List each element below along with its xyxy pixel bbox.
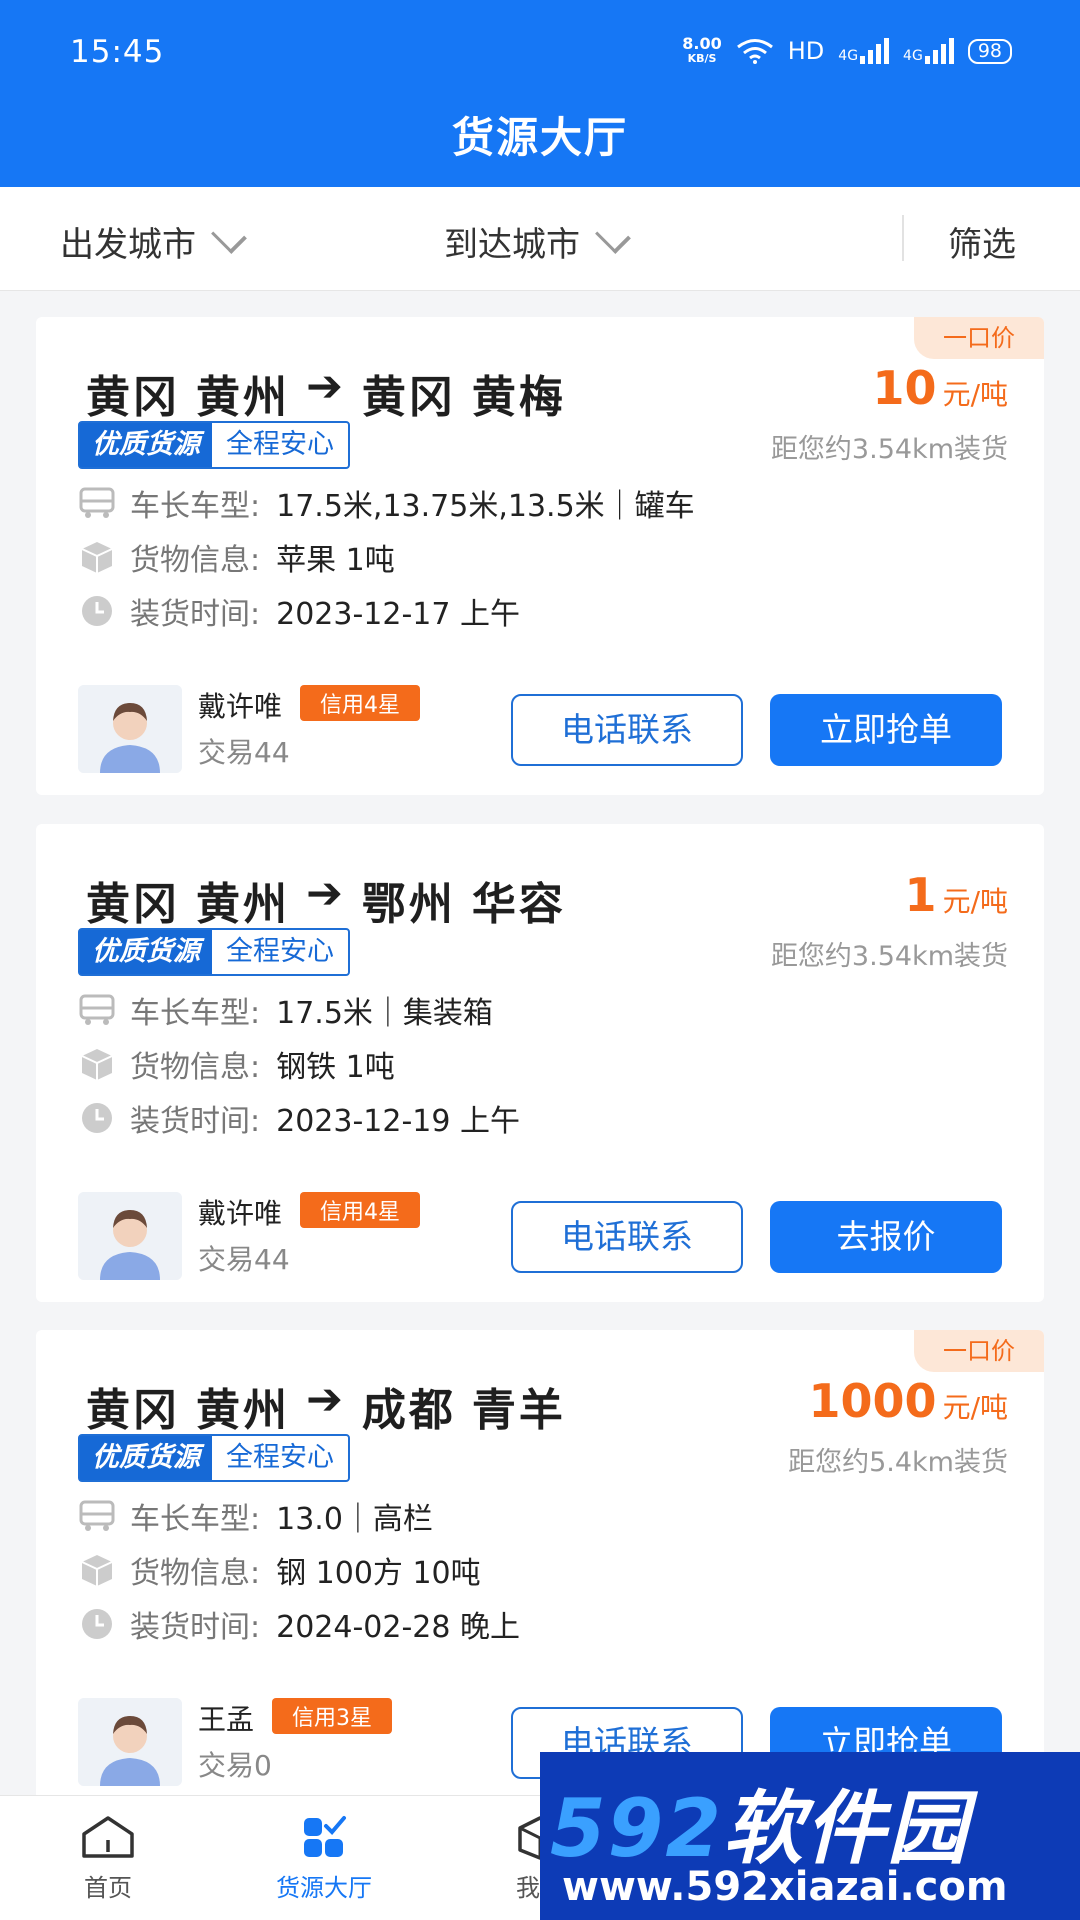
seller-name: 戴许唯 (198, 690, 283, 723)
price: 1 元/吨 (905, 868, 1008, 922)
watermark-logo: 592软件园 (550, 1782, 969, 1875)
credit-badge: 信用4星 (300, 1192, 420, 1228)
nav-home[interactable]: 首页 (28, 1814, 188, 1903)
loading-time: 装货时间: 2024-02-28 晚上 (78, 1602, 520, 1646)
arrival-city-dropdown[interactable]: 到达城市 (444, 217, 631, 266)
route: 黄冈 黄州 ➔ 鄂州 华容 (86, 868, 566, 932)
avatar (78, 1698, 182, 1786)
cargo-info: 货物信息: 钢铁 1吨 (78, 1042, 395, 1086)
from-district: 黄州 (196, 372, 290, 423)
clock-icon (82, 596, 112, 626)
cargo-hall-icon (304, 1816, 346, 1857)
clock-icon (82, 1609, 112, 1639)
package-icon (81, 1049, 113, 1080)
watermark-overlay: 592软件园 www.592xiazai.com (540, 1752, 1080, 1920)
fixed-price-tag: 一口价 (914, 1330, 1044, 1372)
signal-2-icon: 4G (903, 38, 954, 64)
chevron-down-icon (211, 217, 247, 254)
chevron-down-icon (595, 217, 631, 254)
page-title: 货源大厅 (451, 113, 628, 162)
call-button[interactable]: 电话联系 (511, 1201, 743, 1273)
from-district: 黄州 (196, 1385, 290, 1436)
cargo-info: 货物信息: 钢 100方 10吨 (78, 1548, 481, 1592)
to-city: 鄂州 (361, 879, 456, 930)
to-city: 黄冈 (361, 372, 456, 423)
loading-time: 装货时间: 2023-12-17 上午 (78, 589, 520, 633)
fixed-price-tag: 一口价 (914, 317, 1044, 359)
from-city: 黄冈 (86, 1385, 180, 1436)
from-district: 黄州 (196, 879, 290, 930)
truck-icon (79, 487, 115, 518)
truck-icon (79, 1500, 115, 1531)
price: 10 元/吨 (873, 361, 1008, 415)
trade-count: 交易44 (198, 736, 290, 769)
departure-city-dropdown[interactable]: 出发城市 (60, 217, 247, 266)
route: 黄冈 黄州 ➔ 黄冈 黄梅 (86, 361, 566, 425)
clock-icon (82, 1103, 112, 1133)
app-header: 15:45 8.00 KB/S HD 4G 4G 98 货源大厅 (0, 0, 1080, 187)
watermark-url: www.592xiazai.com (562, 1864, 1008, 1910)
status-icons: 8.00 KB/S HD 4G 4G 98 (682, 36, 1012, 66)
credit-badge: 信用4星 (300, 685, 420, 721)
truck-icon (79, 994, 115, 1025)
credit-badge: 信用3星 (272, 1698, 392, 1734)
quote-button[interactable]: 去报价 (770, 1201, 1002, 1273)
price-value: 1 (904, 868, 937, 922)
seller-info: 戴许唯 交易44 (78, 685, 290, 773)
distance: 距您约3.54km装货 (770, 434, 1008, 465)
distance: 距您约5.4km装货 (788, 1447, 1008, 1478)
battery-icon: 98 (967, 38, 1012, 64)
seller-info: 王孟 交易0 (78, 1698, 272, 1786)
avatar (78, 685, 182, 773)
cargo-card[interactable]: 一口价 黄冈 黄州 ➔ 成都 青羊 1000 元/吨 优质货源 全程安心 距您约… (36, 1330, 1044, 1808)
package-icon (81, 1555, 113, 1586)
filter-bar: 出发城市 到达城市 筛选 (0, 187, 1080, 291)
quality-badge: 优质货源 全程安心 (78, 928, 350, 976)
cargo-card[interactable]: 一口价 黄冈 黄州 ➔ 黄冈 黄梅 10 元/吨 优质货源 全程安心 距您约3.… (36, 317, 1044, 795)
to-city: 成都 (361, 1385, 456, 1436)
to-district: 青羊 (471, 1385, 566, 1436)
seller-info: 戴许唯 交易44 (78, 1192, 290, 1280)
to-district: 黄梅 (471, 372, 566, 423)
arrow-right-icon: ➔ (306, 1374, 346, 1425)
arrow-right-icon: ➔ (306, 361, 346, 412)
distance: 距您约3.54km装货 (770, 941, 1008, 972)
price-unit: 元/吨 (942, 378, 1008, 411)
price-unit: 元/吨 (942, 1391, 1008, 1424)
seller-name: 戴许唯 (198, 1197, 283, 1230)
price-value: 10 (872, 361, 937, 415)
from-city: 黄冈 (86, 879, 180, 930)
price: 1000 元/吨 (809, 1374, 1008, 1428)
price-value: 1000 (808, 1374, 937, 1428)
hd-indicator: HD (787, 37, 825, 65)
call-button[interactable]: 电话联系 (511, 694, 743, 766)
quality-badge: 优质货源 全程安心 (78, 1434, 350, 1482)
quality-badge: 优质货源 全程安心 (78, 421, 350, 469)
package-icon (81, 542, 113, 573)
vehicle-info: 车长车型: 17.5米,13.75米,13.5米｜罐车 (78, 481, 695, 525)
to-district: 华容 (471, 879, 566, 930)
home-icon (82, 1816, 134, 1858)
nav-cargo-hall[interactable]: 货源大厅 (244, 1814, 404, 1903)
seller-name: 王孟 (198, 1703, 255, 1736)
cargo-info: 货物信息: 苹果 1吨 (78, 535, 395, 579)
signal-1-icon: 4G (838, 38, 890, 64)
from-city: 黄冈 (86, 372, 180, 423)
wifi-icon (736, 39, 773, 64)
trade-count: 交易0 (198, 1749, 272, 1782)
route: 黄冈 黄州 ➔ 成都 青羊 (86, 1374, 566, 1438)
divider (902, 215, 904, 261)
trade-count: 交易44 (198, 1243, 290, 1276)
avatar (78, 1192, 182, 1280)
vehicle-info: 车长车型: 13.0｜高栏 (78, 1494, 433, 1538)
cargo-card[interactable]: 黄冈 黄州 ➔ 鄂州 华容 1 元/吨 优质货源 全程安心 距您约3.54km装… (36, 824, 1044, 1302)
filter-button[interactable]: 筛选 (948, 217, 1016, 266)
arrow-right-icon: ➔ (306, 868, 346, 919)
vehicle-info: 车长车型: 17.5米｜集装箱 (78, 988, 493, 1032)
grab-order-button[interactable]: 立即抢单 (770, 694, 1002, 766)
loading-time: 装货时间: 2023-12-19 上午 (78, 1096, 520, 1140)
network-speed: 8.00 KB/S (682, 34, 722, 66)
price-unit: 元/吨 (942, 885, 1008, 918)
status-time: 15:45 (70, 34, 165, 70)
